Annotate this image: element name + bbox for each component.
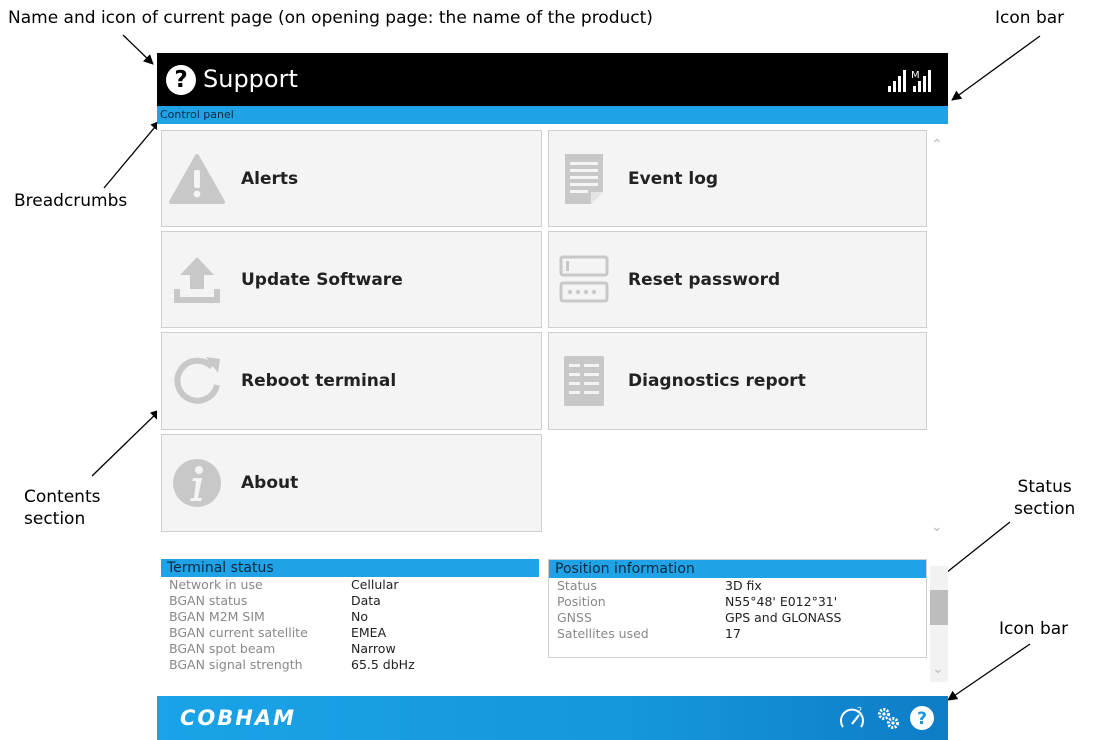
- reboot-icon: [174, 357, 220, 404]
- annotation-status-line1: Status: [1017, 477, 1072, 497]
- annotation-breadcrumbs: Breadcrumbs: [14, 191, 128, 211]
- svg-text:?: ?: [917, 709, 927, 729]
- status-row: BGAN M2M SIM No: [161, 609, 539, 625]
- status-key: Position: [557, 594, 606, 609]
- annotation-icon-bar-top: Icon bar: [995, 8, 1065, 28]
- annotation-contents-line2: section: [24, 509, 86, 529]
- update-software-label: Update Software: [241, 269, 403, 290]
- annotation-contents-line1: Contents: [24, 487, 101, 507]
- status-key: BGAN spot beam: [169, 641, 276, 656]
- position-info-title: Position information: [549, 560, 926, 578]
- event-log-label: Event log: [628, 168, 719, 189]
- document-icon: [565, 153, 603, 204]
- title-bar: ? Support M: [157, 53, 948, 106]
- status-row: BGAN signal strength 65.5 dbHz: [161, 657, 539, 673]
- signal-strength-icon[interactable]: M: [887, 67, 945, 93]
- annotation-page-name: Name and icon of current page (on openin…: [8, 8, 653, 28]
- status-row: Network in use Cellular: [161, 577, 539, 593]
- status-key: GNSS: [557, 610, 592, 625]
- speedometer-icon[interactable]: 2: [839, 705, 865, 731]
- status-key: Network in use: [169, 577, 263, 592]
- status-value: No: [351, 609, 368, 624]
- breadcrumb: Control panel: [157, 106, 948, 124]
- svg-text:M: M: [911, 70, 920, 81]
- status-row: BGAN current satellite EMEA: [161, 625, 539, 641]
- status-key: Status: [557, 578, 597, 593]
- cobham-logo: COBHAM: [180, 706, 296, 730]
- about-label: About: [241, 473, 299, 493]
- status-row: BGAN spot beam Narrow: [161, 641, 539, 657]
- status-value: Narrow: [351, 641, 396, 656]
- status-row: GNSS GPS and GLONASS: [549, 610, 926, 626]
- terminal-status-title: Terminal status: [161, 559, 539, 577]
- status-value: 65.5 dbHz: [351, 657, 415, 672]
- status-value: N55°48' E012°31': [725, 594, 838, 609]
- diagnostics-report-label: Diagnostics report: [628, 371, 806, 391]
- password-icon: [559, 255, 609, 302]
- status-value: Cellular: [351, 577, 399, 592]
- annotation-icon-bar-bottom: Icon bar: [999, 619, 1069, 639]
- status-row: Status 3D fix: [549, 578, 926, 594]
- annotation-status-section: Status section: [1014, 476, 1075, 520]
- upload-icon: [174, 256, 220, 303]
- bottom-icon-bar: COBHAM 2 ?: [157, 696, 948, 740]
- status-key: BGAN status: [169, 593, 248, 608]
- help-icon[interactable]: ?: [909, 705, 935, 731]
- position-info-panel: Position information Status 3D fix Posit…: [548, 559, 927, 658]
- terminal-status-panel: Terminal status Network in use Cellular …: [161, 559, 539, 695]
- warning-icon: [169, 153, 225, 204]
- reboot-terminal-label: Reboot terminal: [241, 371, 397, 391]
- diagnostics-report-tile[interactable]: Diagnostics report: [548, 332, 927, 430]
- scroll-up-icon[interactable]: ⌃: [931, 137, 943, 153]
- annotation-status-line2: section: [1014, 499, 1076, 519]
- scrollbar-thumb[interactable]: [930, 590, 948, 625]
- status-value: GPS and GLONASS: [725, 610, 842, 625]
- reboot-terminal-tile[interactable]: Reboot terminal: [161, 332, 542, 430]
- report-icon: [564, 356, 604, 406]
- scroll-down-icon[interactable]: ⌄: [931, 519, 943, 535]
- status-key: Satellites used: [557, 626, 649, 641]
- reset-password-label: Reset password: [628, 269, 781, 290]
- about-tile[interactable]: About: [161, 434, 542, 532]
- status-value: Data: [351, 593, 381, 608]
- status-key: BGAN current satellite: [169, 625, 308, 640]
- status-row: Position N55°48' E012°31': [549, 594, 926, 610]
- status-row: Satellites used 17: [549, 626, 926, 642]
- status-value: 17: [725, 626, 741, 641]
- annotation-contents-section: Contents section: [24, 486, 100, 530]
- alerts-tile[interactable]: Alerts: [161, 130, 542, 227]
- breadcrumb-control-panel[interactable]: Control panel: [160, 108, 234, 122]
- speed-badge: 2: [857, 706, 862, 715]
- device-screen: ? Support M Control panel Alerts Event l…: [157, 53, 948, 740]
- question-icon: ?: [166, 65, 196, 95]
- info-icon: [173, 459, 221, 507]
- status-key: BGAN signal strength: [169, 657, 303, 672]
- event-log-tile[interactable]: Event log: [548, 130, 927, 227]
- status-scroll-down-icon[interactable]: ⌄: [932, 661, 944, 677]
- status-row: BGAN status Data: [161, 593, 539, 609]
- alerts-label: Alerts: [241, 168, 299, 189]
- status-value: EMEA: [351, 625, 387, 640]
- update-software-tile[interactable]: Update Software: [161, 231, 542, 328]
- reset-password-tile[interactable]: Reset password: [548, 231, 927, 328]
- page-title: Support: [203, 65, 298, 93]
- settings-icon[interactable]: [875, 705, 901, 731]
- status-key: BGAN M2M SIM: [169, 609, 265, 624]
- status-value: 3D fix: [725, 578, 762, 593]
